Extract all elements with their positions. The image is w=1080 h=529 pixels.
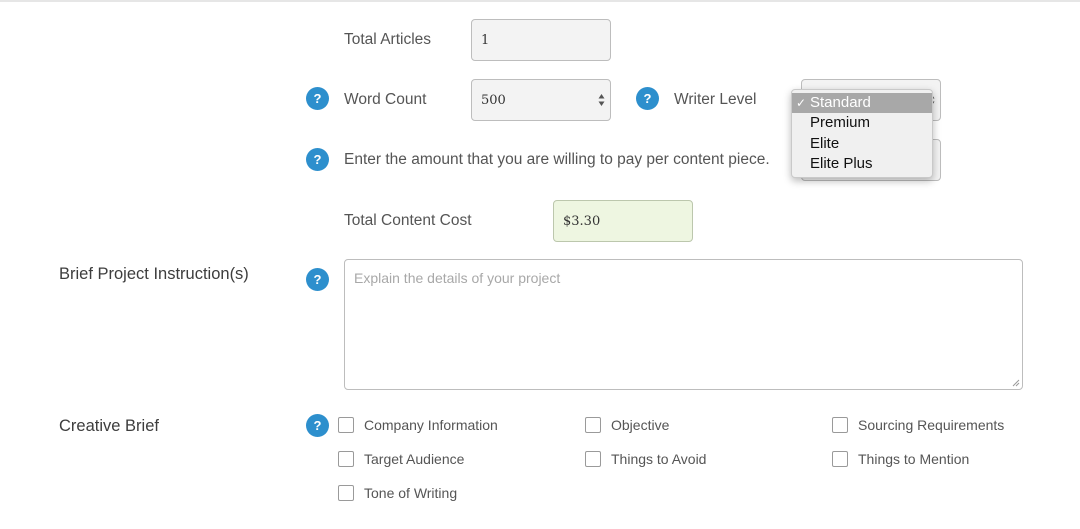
checkbox[interactable] <box>832 451 848 467</box>
checkbox[interactable] <box>338 485 354 501</box>
project-instructions-label: Brief Project Instruction(s) <box>59 265 249 283</box>
pay-per-piece-label: Enter the amount that you are willing to… <box>344 151 770 168</box>
checkbox-label: Sourcing Requirements <box>858 417 1005 433</box>
top-divider <box>0 0 1080 2</box>
writer-level-option-premium[interactable]: Premium <box>792 113 932 133</box>
writer-level-option-standard[interactable]: ✓ Standard <box>792 93 932 114</box>
total-articles-input[interactable]: 1 <box>471 19 611 61</box>
pay-per-piece-help-icon[interactable]: ? <box>306 148 329 171</box>
checkbox-label: Target Audience <box>364 451 465 467</box>
select-arrows-icon <box>598 94 605 106</box>
checkbox-company-information[interactable]: Company Information <box>338 417 498 433</box>
word-count-select[interactable]: 500 <box>471 79 611 121</box>
checkbox-label: Tone of Writing <box>364 485 458 501</box>
checkbox-label: Company Information <box>364 417 498 433</box>
checkmark-icon: ✓ <box>796 96 807 110</box>
checkbox-target-audience[interactable]: Target Audience <box>338 451 464 467</box>
word-count-label: Word Count <box>344 91 427 108</box>
project-instructions-help-icon[interactable]: ? <box>306 268 329 291</box>
writer-level-option-elite-plus[interactable]: Elite Plus <box>792 154 932 174</box>
project-instructions-placeholder: Explain the details of your project <box>354 270 561 286</box>
total-articles-label: Total Articles <box>344 31 432 48</box>
checkbox-label: Objective <box>611 417 670 433</box>
project-instructions-textarea[interactable]: Explain the details of your project <box>344 259 1023 390</box>
checkbox[interactable] <box>338 451 354 467</box>
total-cost-value: $3.30 <box>563 213 601 229</box>
checkbox[interactable] <box>338 417 354 433</box>
option-label: Premium <box>810 114 871 132</box>
checkbox[interactable] <box>585 451 601 467</box>
option-label: Elite Plus <box>810 154 873 172</box>
word-count-value: 500 <box>481 92 506 108</box>
checkbox-label: Things to Mention <box>858 451 970 467</box>
checkbox-things-to-mention[interactable]: Things to Mention <box>832 451 969 467</box>
checkbox-objective[interactable]: Objective <box>585 417 669 433</box>
total-cost-label: Total Content Cost <box>344 212 472 229</box>
word-count-help-icon[interactable]: ? <box>306 87 329 110</box>
option-label: Elite <box>810 134 840 152</box>
resize-grip-icon[interactable] <box>1012 379 1020 387</box>
writer-level-option-elite[interactable]: Elite <box>792 134 932 154</box>
checkbox-things-to-avoid[interactable]: Things to Avoid <box>585 451 706 467</box>
writer-level-label: Writer Level <box>674 91 757 108</box>
writer-level-help-icon[interactable]: ? <box>636 87 659 110</box>
checkbox-tone-of-writing[interactable]: Tone of Writing <box>338 485 457 501</box>
checkbox[interactable] <box>585 417 601 433</box>
option-label: Standard <box>810 94 871 111</box>
writer-level-dropdown[interactable]: ✓ Standard Premium Elite Elite Plus <box>791 89 933 178</box>
total-cost-field: $3.30 <box>553 200 693 242</box>
total-articles-value: 1 <box>481 32 490 48</box>
creative-brief-help-icon[interactable]: ? <box>306 414 329 437</box>
checkbox-sourcing-requirements[interactable]: Sourcing Requirements <box>832 417 1004 433</box>
checkbox-label: Things to Avoid <box>611 451 707 467</box>
checkbox[interactable] <box>832 417 848 433</box>
creative-brief-label: Creative Brief <box>59 417 159 435</box>
